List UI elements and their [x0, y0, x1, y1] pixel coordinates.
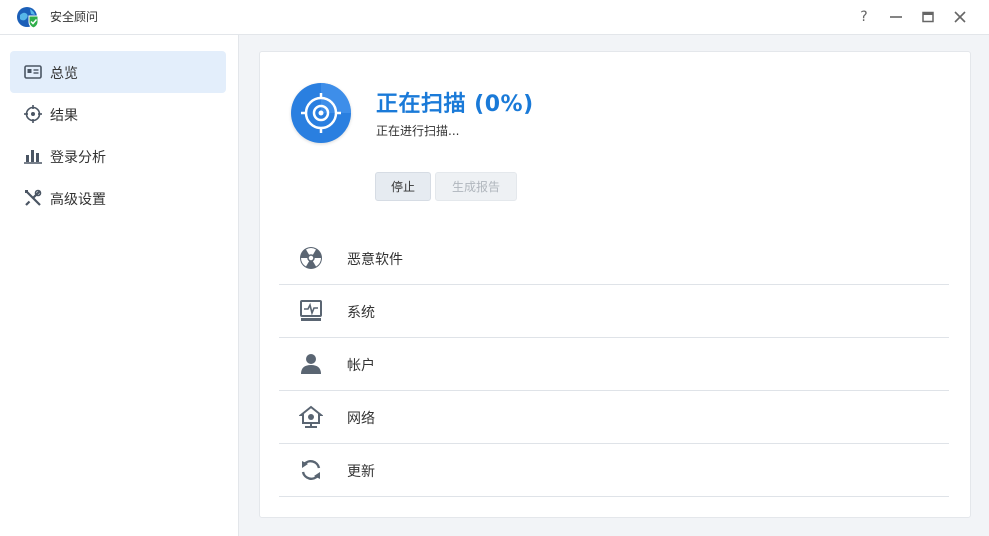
- category-label: 帐户: [347, 358, 375, 374]
- overview-card-icon: [24, 65, 42, 79]
- category-network[interactable]: 网络: [279, 391, 949, 444]
- minimize-button[interactable]: [885, 6, 907, 28]
- scan-title: 正在扫描 (0%): [376, 92, 534, 117]
- close-icon: [954, 11, 966, 23]
- category-label: 更新: [347, 464, 375, 480]
- radiation-icon: [300, 247, 322, 269]
- category-update[interactable]: 更新: [279, 444, 949, 497]
- sidebar-item-label: 结果: [50, 108, 78, 124]
- scan-subtitle: 正在进行扫描...: [376, 124, 460, 138]
- sidebar-item-label: 总览: [50, 66, 78, 82]
- maximize-button[interactable]: [917, 6, 939, 28]
- network-home-icon: [299, 405, 323, 428]
- app-logo-icon: [17, 7, 39, 29]
- tools-icon: [25, 189, 42, 206]
- sidebar: 总览 结果 登录分析 高级设置: [0, 35, 239, 536]
- crosshair-icon: [24, 105, 42, 123]
- sidebar-item-results[interactable]: 结果: [10, 93, 226, 135]
- category-system[interactable]: 系统: [279, 285, 949, 338]
- category-malware[interactable]: 恶意软件: [279, 232, 949, 285]
- sidebar-item-overview[interactable]: 总览: [10, 51, 226, 93]
- sidebar-item-login-analysis[interactable]: 登录分析: [10, 135, 226, 177]
- category-label: 网络: [347, 411, 375, 427]
- bar-chart-icon: [24, 150, 42, 164]
- category-label: 恶意软件: [347, 252, 403, 268]
- category-account[interactable]: 帐户: [279, 338, 949, 391]
- user-icon: [301, 354, 321, 374]
- minimize-icon: [890, 16, 902, 18]
- overview-panel: 正在扫描 (0%) 正在进行扫描... 停止 生成报告 恶意软件 系统 帐户 网…: [259, 51, 971, 518]
- system-monitor-icon: [300, 300, 322, 321]
- refresh-icon: [301, 460, 321, 480]
- sidebar-item-advanced-settings[interactable]: 高级设置: [10, 177, 226, 219]
- stop-button[interactable]: 停止: [375, 172, 431, 201]
- help-button[interactable]: ?: [853, 6, 875, 28]
- generate-report-button[interactable]: 生成报告: [435, 172, 517, 201]
- category-label: 系统: [347, 305, 375, 321]
- scan-status-badge: [291, 83, 351, 143]
- scan-target-icon: [301, 83, 351, 133]
- sidebar-item-label: 高级设置: [50, 192, 106, 208]
- title-bar: 安全顾问 ?: [0, 0, 989, 35]
- category-list: 恶意软件 系统 帐户 网络 更新: [279, 232, 949, 497]
- maximize-icon: [922, 11, 934, 23]
- app-title: 安全顾问: [50, 10, 99, 24]
- sidebar-item-label: 登录分析: [50, 150, 106, 166]
- close-button[interactable]: [949, 6, 971, 28]
